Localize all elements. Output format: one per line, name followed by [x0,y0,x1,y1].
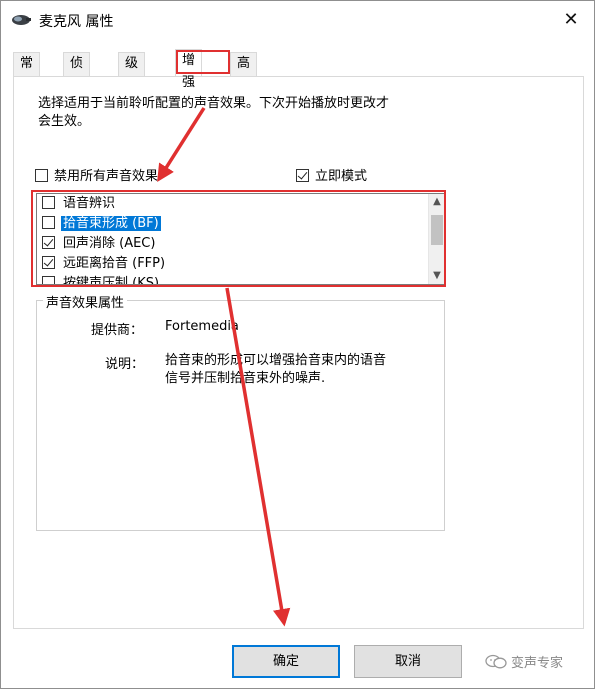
chevron-down-icon[interactable]: ▼ [429,268,445,284]
effects-list-scrollbar[interactable]: ▲ ▼ [428,194,445,284]
window-title: 麦克风 属性 [39,14,114,30]
enhancements-description: 选择适用于当前聆听配置的声音效果。下次开始播放时更改才 会生效。 [38,96,390,129]
provider-label: 提供商： [91,323,144,338]
close-button[interactable]: ✕ [558,7,584,33]
ok-button[interactable]: 确定 [232,645,340,678]
checkbox-unchecked[interactable] [42,196,55,209]
list-item[interactable]: 远距离拾音 (FFP) [42,254,167,274]
checkbox-checked[interactable] [42,236,55,249]
list-item[interactable]: 语音辨识 [42,194,117,214]
effects-list[interactable]: 语音辨识 拾音束形成 (BF) 回声消除 (AEC) 远距离拾音 (FFP) 按… [36,193,446,285]
microphone-icon [12,15,31,25]
chevron-up-icon[interactable]: ▲ [429,194,445,210]
cancel-button[interactable]: 取消 [354,645,462,678]
immediate-mode-checkbox[interactable]: 立即模式 [296,165,367,184]
enhancements-panel: 选择适用于当前聆听配置的声音效果。下次开始播放时更改才 会生效。 禁用所有声音效… [13,76,584,629]
watermark: 变声专家 [485,652,563,671]
checkbox-unchecked[interactable] [42,216,55,229]
description-label: 说明： [105,357,145,372]
group-title: 声音效果属性 [43,292,128,311]
scrollbar-thumb[interactable] [431,215,443,245]
effect-properties-group: 声音效果属性 提供商： Fortemedia 说明： 拾音束的形成可以增强拾音束… [36,292,445,531]
tab-enhancements[interactable]: 增强 [175,49,203,90]
title-bar: 麦克风 属性 ✕ [1,1,594,39]
tab-levels[interactable]: 级别 [118,52,146,93]
checkbox-unchecked[interactable] [42,276,55,284]
tab-advanced[interactable]: 高级 [230,52,258,93]
properties-window: 麦克风 属性 ✕ 常规 侦听 级别 增强 高级 选择适用于当前聆听配置的声音效果… [0,0,595,689]
checkbox-unchecked[interactable] [35,169,48,182]
checkbox-checked[interactable] [42,256,55,269]
checkbox-checked[interactable] [296,169,309,182]
list-item[interactable]: 回声消除 (AEC) [42,234,157,254]
close-icon: ✕ [563,9,579,30]
list-item[interactable]: 按键声压制 (KS) [42,274,161,284]
list-item[interactable]: 拾音束形成 (BF) [42,214,161,234]
tab-listen[interactable]: 侦听 [63,52,91,93]
provider-value: Fortemedia [165,319,239,334]
description-value: 拾音束的形成可以增强拾音束内的语音 信号并压制拾音束外的噪声. [165,353,387,386]
tab-general[interactable]: 常规 [13,52,41,93]
disable-all-effects-checkbox[interactable]: 禁用所有声音效果 [35,165,158,184]
chat-bubble-icon [485,654,507,669]
